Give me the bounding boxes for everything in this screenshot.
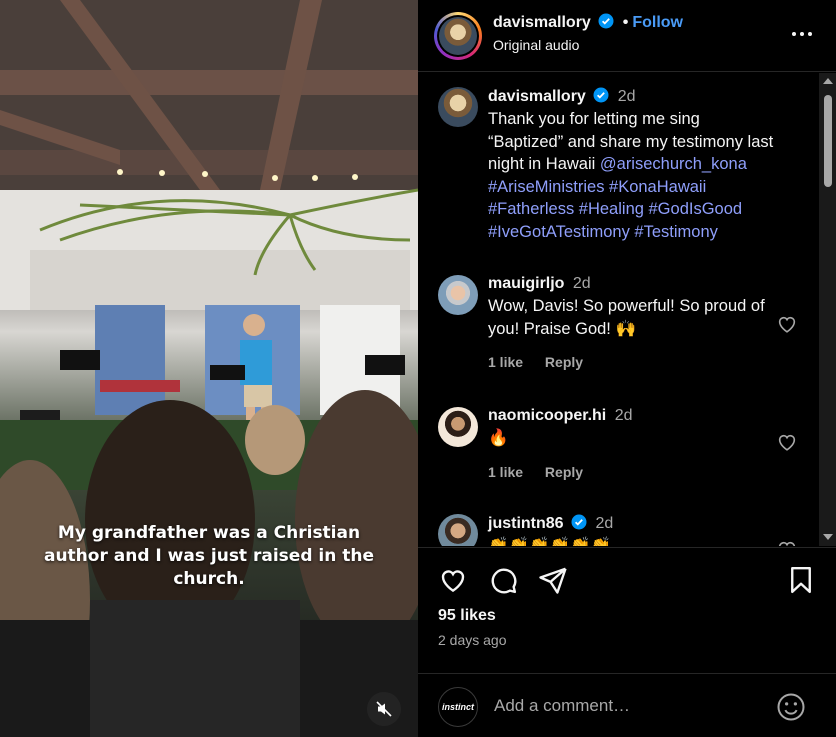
scroll-up-arrow[interactable] bbox=[823, 78, 833, 84]
comment-time: 2d bbox=[572, 275, 591, 292]
verified-badge-icon bbox=[571, 514, 587, 530]
commenter-avatar[interactable] bbox=[438, 275, 478, 315]
comment-username[interactable]: justintn86 bbox=[488, 515, 564, 532]
post-header: davismallory • Follow Original audio bbox=[418, 0, 836, 72]
comment-icon[interactable] bbox=[488, 565, 518, 595]
caption-username[interactable]: davismallory bbox=[488, 88, 586, 105]
video-caption: My grandfather was a Christian author an… bbox=[43, 523, 375, 589]
likes-count[interactable]: 95 likes bbox=[438, 607, 496, 625]
heart-icon[interactable] bbox=[776, 431, 798, 453]
comment-text: 👏👏👏👏👏👏 bbox=[488, 537, 612, 546]
comment-time: 2d bbox=[595, 515, 614, 532]
scroll-down-arrow[interactable] bbox=[823, 534, 833, 540]
comment-text: 🔥 bbox=[488, 429, 509, 447]
caption-time: 2d bbox=[617, 88, 636, 105]
comment-text: Wow, Davis! So powerful! So proud of you… bbox=[488, 297, 765, 338]
emoji-icon[interactable] bbox=[776, 692, 806, 722]
post-age: 2 days ago bbox=[438, 632, 507, 648]
comments-list[interactable]: davismallory 2d Thank you for letting me… bbox=[418, 73, 818, 546]
verified-badge-icon bbox=[593, 87, 609, 103]
follow-button[interactable]: Follow bbox=[632, 14, 683, 31]
comment-composer: instinct bbox=[418, 673, 836, 737]
heart-icon[interactable] bbox=[438, 565, 468, 595]
comment-likes[interactable]: 1 like bbox=[488, 354, 523, 370]
commenter-avatar[interactable] bbox=[438, 514, 478, 546]
send-icon[interactable] bbox=[538, 565, 568, 595]
caption-mention[interactable]: @arisechurch_kona bbox=[600, 155, 747, 173]
caption-hashtags[interactable]: #AriseMinistries #KonaHawaii #Fatherless… bbox=[488, 178, 742, 241]
comment-input[interactable] bbox=[494, 696, 764, 716]
comment-username[interactable]: naomicooper.hi bbox=[488, 407, 606, 424]
current-user-avatar: instinct bbox=[438, 687, 478, 727]
heart-icon[interactable] bbox=[776, 313, 798, 335]
bookmark-icon[interactable] bbox=[786, 565, 816, 595]
commenter-avatar[interactable] bbox=[438, 407, 478, 447]
post-actions: 95 likes 2 days ago bbox=[418, 547, 836, 673]
video-frame bbox=[0, 0, 418, 737]
caption-text: Thank you for letting me sing “Baptized”… bbox=[488, 108, 778, 243]
reply-button[interactable]: Reply bbox=[545, 464, 583, 480]
comments-scrollbar[interactable] bbox=[819, 73, 836, 546]
heart-icon[interactable] bbox=[776, 538, 798, 546]
separator-dot: • bbox=[622, 14, 629, 31]
author-avatar-small[interactable] bbox=[438, 87, 478, 127]
audio-link[interactable]: Original audio bbox=[493, 37, 579, 53]
scroll-thumb[interactable] bbox=[824, 95, 832, 187]
reply-button[interactable]: Reply bbox=[545, 354, 583, 370]
author-username[interactable]: davismallory bbox=[493, 14, 591, 31]
comment-likes[interactable]: 1 like bbox=[488, 464, 523, 480]
muted-speaker-icon bbox=[376, 701, 392, 717]
author-avatar[interactable] bbox=[434, 12, 482, 60]
reel-video[interactable]: My grandfather was a Christian author an… bbox=[0, 0, 418, 737]
mute-button[interactable] bbox=[367, 692, 401, 726]
more-horizontal-icon[interactable] bbox=[790, 22, 814, 46]
verified-badge-icon bbox=[598, 13, 614, 29]
comment-username[interactable]: mauigirljo bbox=[488, 275, 564, 292]
comment-time: 2d bbox=[614, 407, 633, 424]
post-panel: davismallory • Follow Original audio davi… bbox=[418, 0, 836, 737]
